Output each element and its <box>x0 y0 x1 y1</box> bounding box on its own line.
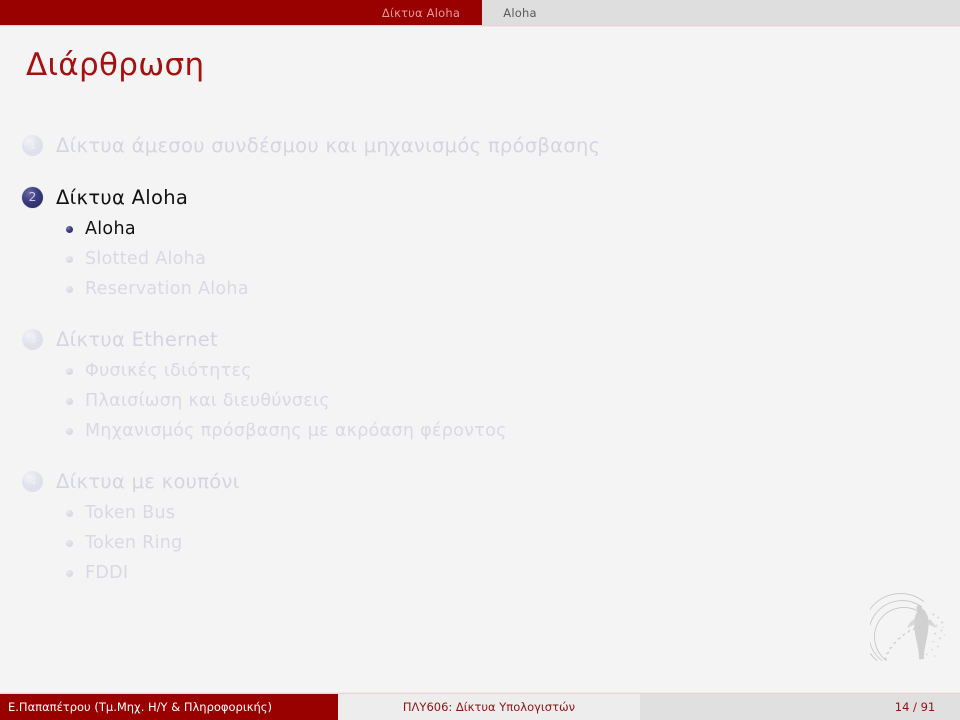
outline-subsection-row[interactable]: FDDI <box>0 558 960 588</box>
outline-section: 4 Δίκτυα με κουπόνι Token Bus Token Ring FDD… <box>0 464 960 602</box>
outline-section-row[interactable]: 2 Δίκτυα Aloha <box>0 180 960 214</box>
outline-subsection-label: Token Bus <box>85 503 176 523</box>
outline-section-row[interactable]: 3 Δίκτυα Ethernet <box>0 322 960 356</box>
outline-section: 3 Δίκτυα Ethernet Φυσικές ιδιότητες Πλαισίω… <box>0 322 960 460</box>
headbar-left-fill <box>0 0 360 25</box>
bullet-dot-icon <box>66 255 73 263</box>
outline-list: 1 Δίκτυα άμεσου συνδέσμου και μηχανισμός … <box>0 128 960 606</box>
bullet-dot-icon <box>66 509 73 517</box>
bullet-dot-icon <box>66 367 73 375</box>
footer-course-title: ΠΛΥ606: Δίκτυα Υπολογιστών <box>338 694 640 720</box>
outline-subsection-row[interactable]: Token Ring <box>0 528 960 558</box>
outline-section-label: Δίκτυα με κουπόνι <box>56 469 240 493</box>
outline-subsection-row[interactable]: Φυσικές ιδιότητες <box>0 356 960 386</box>
outline-section-label: Δίκτυα Ethernet <box>56 327 219 351</box>
outline-subsection-label: Πλαισίωση και διευθύνσεις <box>85 391 330 411</box>
section-number-badge: 3 <box>22 328 43 350</box>
head-tab-section-aloha-networks[interactable]: Δίκτυα Aloha <box>360 0 482 25</box>
outline-section-label: Δίκτυα Aloha <box>56 185 189 209</box>
outline-section-row[interactable]: 1 Δίκτυα άμεσου συνδέσμου και μηχανισμός … <box>0 128 960 162</box>
bullet-dot-icon <box>66 225 73 233</box>
outline-subsection-row[interactable]: Slotted Aloha <box>0 244 960 274</box>
bullet-dot-icon <box>66 397 73 405</box>
outline-subsection-label: Μηχανισμός πρόσβασης με ακρόαση φέροντος <box>85 421 507 441</box>
section-number-badge: 2 <box>22 186 43 208</box>
outline-subsection-label: Token Ring <box>85 533 183 553</box>
bullet-dot-icon <box>66 569 73 577</box>
navigation-headbar: Δίκτυα Aloha Aloha <box>0 0 960 25</box>
head-tab-subsection-aloha[interactable]: Aloha <box>482 0 558 25</box>
outline-section-row[interactable]: 4 Δίκτυα με κουπόνι <box>0 464 960 498</box>
page-title: Διάρθρωση <box>26 47 205 83</box>
outline-subsection-label: FDDI <box>85 563 129 583</box>
outline-subsection-row[interactable]: Token Bus <box>0 498 960 528</box>
outline-subsection-label: Aloha <box>85 219 136 239</box>
footer-bar: Ε.Παπαπέτρου (Τμ.Μηχ. Η/Υ & Πληροφορικής… <box>0 694 960 720</box>
outline-section-label: Δίκτυα άμεσου συνδέσμου και μηχανισμός π… <box>56 133 601 157</box>
headbar-right-fill <box>558 0 960 25</box>
bullet-dot-icon <box>66 427 73 435</box>
outline-subsection-row[interactable]: Reservation Aloha <box>0 274 960 304</box>
outline-subsection-label: Reservation Aloha <box>85 279 249 299</box>
footer-spacer <box>640 694 870 720</box>
university-seal-icon <box>862 592 952 672</box>
outline-subsection-row[interactable]: Πλαισίωση και διευθύνσεις <box>0 386 960 416</box>
section-number-badge: 1 <box>22 134 43 156</box>
outline-subsection-row[interactable]: Μηχανισμός πρόσβασης με ακρόαση φέροντος <box>0 416 960 446</box>
outline-section: 2 Δίκτυα Aloha Aloha Slotted Aloha Reservati… <box>0 180 960 318</box>
headbar-underline-rule <box>0 25 960 27</box>
outline-subsection-label: Φυσικές ιδιότητες <box>85 361 252 381</box>
footer-author: Ε.Παπαπέτρου (Τμ.Μηχ. Η/Υ & Πληροφορικής… <box>0 694 338 720</box>
section-number-badge: 4 <box>22 470 43 492</box>
outline-subsection-row[interactable]: Aloha <box>0 214 960 244</box>
outline-subsection-label: Slotted Aloha <box>85 249 207 269</box>
outline-section: 1 Δίκτυα άμεσου συνδέσμου και μηχανισμός … <box>0 128 960 176</box>
bullet-dot-icon <box>66 285 73 293</box>
bullet-dot-icon <box>66 539 73 547</box>
footer-page-number: 14 / 91 <box>870 694 960 720</box>
